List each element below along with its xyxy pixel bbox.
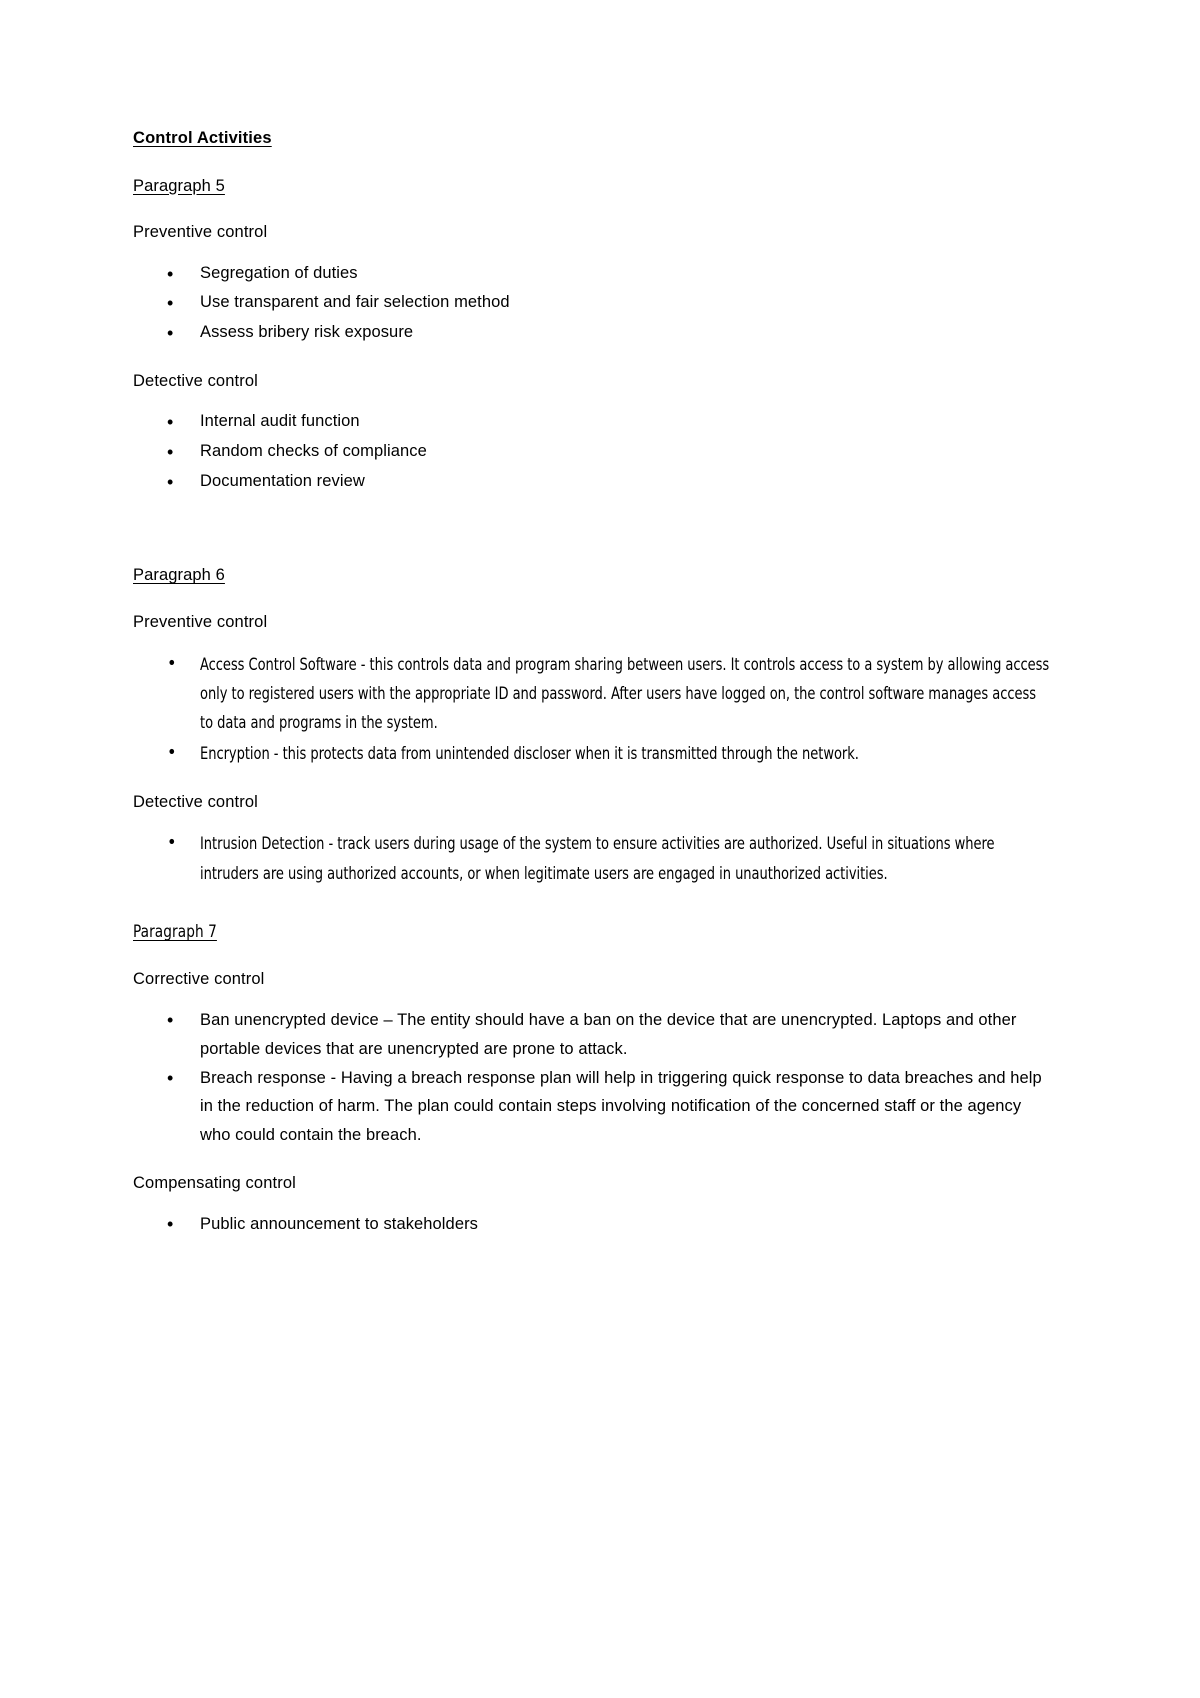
list-item-text: Encryption - this protects data from uni…: [200, 743, 859, 763]
list-item: Intrusion Detection - track users during…: [133, 828, 1050, 888]
page-title: Control Activities: [133, 128, 1050, 149]
control-label-detective-p6: Detective control: [133, 792, 258, 811]
list-item: Assess bribery risk exposure: [133, 318, 1050, 349]
bullet-list-preventive-p5: Segregation of duties Use transparent an…: [133, 259, 1050, 349]
list-item: Segregation of duties: [133, 259, 1050, 290]
section-heading-paragraph-7-text: Paragraph 7: [133, 922, 217, 942]
list-item: Ban unencrypted device – The entity shou…: [133, 1005, 1050, 1063]
document-page: Control Activities Paragraph 5 Preventiv…: [0, 0, 1200, 1698]
list-item: Public announcement to stakeholders: [133, 1209, 1050, 1240]
control-label-detective-p5: Detective control: [133, 371, 258, 390]
section-heading-paragraph-5: Paragraph 5: [133, 176, 1050, 197]
list-item: Use transparent and fair selection metho…: [133, 288, 1050, 319]
bullet-list-corrective-p7: Ban unencrypted device – The entity shou…: [133, 1005, 1050, 1149]
bullet-list-preventive-p6: Access Control Software - this controls …: [133, 648, 1050, 769]
page-title-text: Control Activities: [133, 129, 272, 147]
document-body: Control Activities Paragraph 5 Preventiv…: [133, 128, 1050, 1241]
list-item: Encryption - this protects data from uni…: [133, 738, 1050, 769]
bullet-list-compensating-p7: Public announcement to stakeholders: [133, 1209, 1050, 1240]
control-label-preventive-p5: Preventive control: [133, 223, 268, 242]
control-label-compensating-p7: Compensating control: [133, 1174, 296, 1193]
section-heading-paragraph-5-text: Paragraph 5: [133, 176, 225, 195]
list-item: Documentation review: [133, 467, 1050, 498]
list-item: Internal audit function: [133, 407, 1050, 438]
list-item: Access Control Software - this controls …: [133, 648, 1050, 738]
list-item-text: Intrusion Detection - track users during…: [200, 834, 995, 883]
bullet-list-detective-p5: Internal audit function Random checks of…: [133, 407, 1050, 498]
bullet-list-detective-p6: Intrusion Detection - track users during…: [133, 828, 1050, 888]
list-item: Breach response - Having a breach respon…: [133, 1063, 1050, 1149]
list-item: Random checks of compliance: [133, 437, 1050, 468]
section-heading-paragraph-7: Paragraph 7: [133, 922, 977, 943]
section-heading-paragraph-6: Paragraph 6: [133, 565, 1050, 586]
control-label-preventive-p6: Preventive control: [133, 613, 268, 632]
section-heading-paragraph-6-text: Paragraph 6: [133, 566, 225, 585]
list-item-text: Access Control Software - this controls …: [200, 654, 1050, 733]
control-label-corrective-p7: Corrective control: [133, 969, 265, 988]
